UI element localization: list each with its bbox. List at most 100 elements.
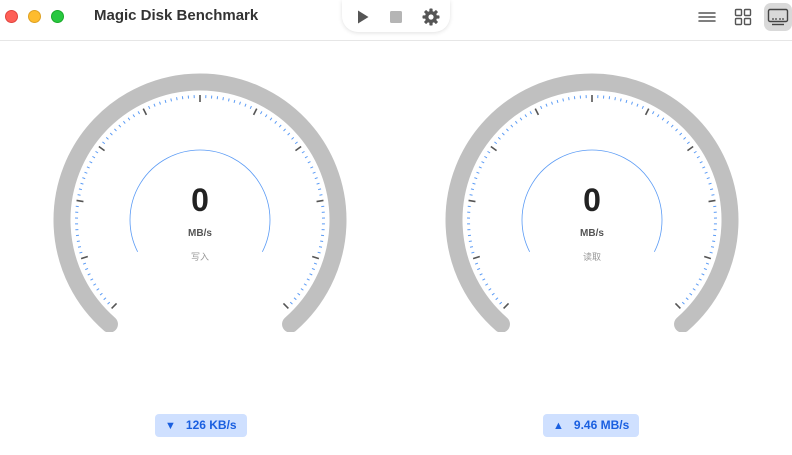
gauge-minor-tick — [614, 97, 616, 101]
gauge-minor-tick — [631, 101, 633, 105]
gauge-minor-tick — [710, 246, 715, 248]
grid-icon — [734, 8, 752, 26]
gauge-major-tick — [534, 108, 540, 116]
gauge-minor-tick — [249, 105, 252, 110]
gauge-minor-tick — [274, 120, 278, 124]
gauge-minor-tick — [510, 124, 514, 128]
gauge-minor-tick — [84, 171, 88, 174]
gauge-major-tick — [142, 108, 148, 116]
stop-icon — [390, 11, 402, 23]
settings-button[interactable] — [420, 6, 442, 28]
gauge-minor-tick — [481, 161, 485, 164]
gauge-view-button[interactable] — [764, 3, 792, 31]
gauge-minor-tick — [479, 273, 483, 276]
gauge-minor-tick — [105, 136, 109, 140]
gauge-minor-tick — [85, 267, 89, 271]
read-speed-value: 0 — [583, 182, 601, 218]
gauge-minor-tick — [260, 111, 263, 115]
gauge-minor-tick — [494, 141, 498, 145]
list-icon — [698, 12, 716, 22]
write-speed-value: 0 — [191, 182, 209, 218]
gauge-minor-tick — [666, 120, 670, 124]
gauge-minor-tick — [122, 120, 126, 124]
write-current-speed-badge: ▼ 126 KB/s — [155, 414, 247, 437]
gauge-minor-tick — [320, 240, 324, 242]
window-title: Magic Disk Benchmark — [94, 7, 259, 24]
gauge-minor-tick — [625, 99, 628, 103]
gauge-minor-tick — [681, 301, 685, 305]
gauge-minor-tick — [310, 166, 314, 169]
gauge-minor-tick — [685, 297, 689, 301]
gauge-minor-tick — [478, 166, 482, 169]
gauge-minor-tick — [307, 161, 311, 164]
gauge-minor-tick — [636, 103, 639, 107]
read-current-speed-text: 9.46 MB/s — [573, 418, 630, 432]
gauge-major-tick — [294, 145, 302, 152]
gauge-minor-tick — [114, 128, 117, 132]
gauge-major-tick — [674, 302, 681, 309]
gauge-major-tick — [282, 302, 289, 309]
write-current-speed-text: 126 KB/s — [185, 418, 237, 432]
title-bar: Magic Disk Benchmark — [0, 0, 792, 41]
gauge-minor-tick — [222, 97, 224, 101]
gauge-minor-tick — [484, 155, 488, 159]
close-window-button[interactable] — [5, 10, 18, 23]
gauge-minor-tick — [309, 273, 313, 276]
play-icon — [358, 10, 369, 24]
gauge-view-icon — [767, 8, 789, 26]
gauge-minor-tick — [468, 240, 472, 242]
down-arrow-icon: ▼ — [165, 420, 176, 432]
gauge-minor-tick — [499, 301, 503, 305]
gauge-minor-tick — [153, 103, 156, 107]
gauge-minor-tick — [641, 105, 644, 110]
gauge-minor-tick — [661, 117, 665, 121]
gauge-minor-tick — [87, 273, 91, 276]
start-benchmark-button[interactable] — [351, 6, 373, 28]
grid-view-button[interactable] — [729, 3, 757, 31]
gauge-minor-tick — [501, 132, 505, 136]
read-current-speed-badge: ▲ 9.46 MB/s — [543, 414, 640, 437]
minimize-window-button[interactable] — [28, 10, 41, 23]
gauge-minor-tick — [497, 136, 501, 140]
gauge-minor-tick — [244, 103, 247, 107]
gauge-major-tick — [111, 302, 118, 309]
gauge-minor-tick — [269, 117, 273, 121]
gauge-minor-tick — [107, 301, 111, 305]
gauge-minor-tick — [519, 117, 523, 121]
gauge-minor-tick — [488, 288, 492, 291]
gauge-minor-tick — [524, 114, 528, 118]
stop-benchmark-button[interactable] — [385, 6, 407, 28]
gauge-minor-tick — [712, 240, 716, 242]
read-label: 读取 — [582, 252, 601, 262]
gauge-minor-tick — [92, 155, 96, 159]
gauge-major-tick — [98, 145, 106, 152]
gauge-minor-tick — [474, 177, 478, 180]
gauge-minor-tick — [529, 111, 532, 115]
gauge-minor-tick — [514, 120, 518, 124]
gauge-minor-tick — [482, 278, 486, 281]
gauge-minor-tick — [568, 97, 570, 101]
list-view-button[interactable] — [693, 3, 721, 31]
gauge-major-tick — [252, 108, 258, 116]
gauge-minor-tick — [300, 288, 304, 291]
gauge-minor-tick — [670, 124, 674, 128]
gear-icon — [422, 8, 440, 26]
gauge-minor-tick — [159, 101, 161, 105]
gauge-minor-tick — [118, 124, 122, 128]
zoom-window-button[interactable] — [51, 10, 64, 23]
gauge-minor-tick — [127, 117, 131, 121]
gauge-minor-tick — [556, 99, 559, 103]
gauge-minor-tick — [176, 97, 178, 101]
gauge-minor-tick — [476, 171, 480, 174]
gauge-minor-tick — [619, 98, 622, 102]
gauge-minor-tick — [698, 278, 702, 281]
gauge-minor-tick — [264, 114, 268, 118]
gauge-minor-tick — [706, 177, 710, 180]
gauge-minor-tick — [132, 114, 136, 118]
gauge-minor-tick — [695, 283, 699, 286]
gauge-minor-tick — [291, 136, 295, 140]
gauge-minor-tick — [86, 166, 90, 169]
gauge-minor-tick — [93, 283, 97, 286]
gauge-minor-tick — [109, 132, 113, 136]
gauge-minor-tick — [137, 111, 140, 115]
